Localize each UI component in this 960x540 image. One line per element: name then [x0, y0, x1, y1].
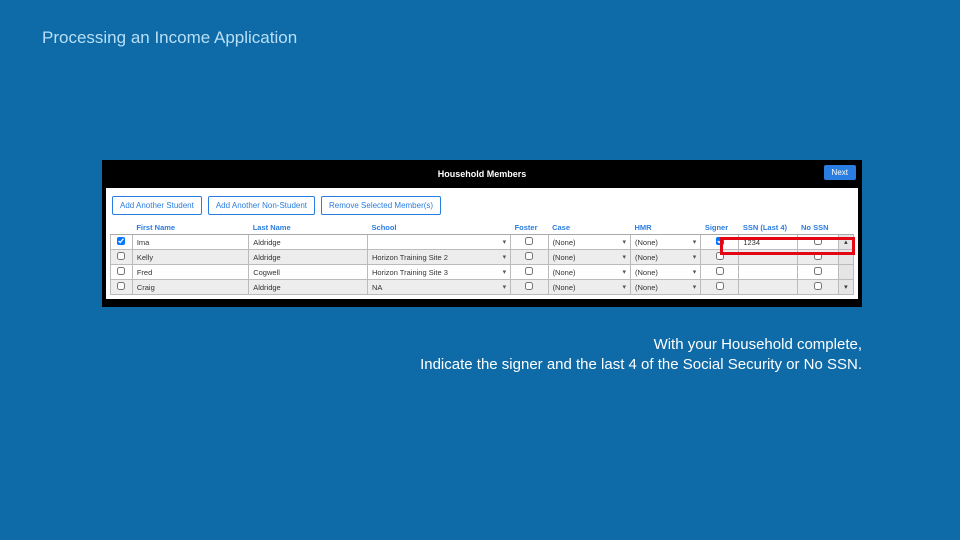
scroll-down-icon[interactable]: ▾: [838, 280, 853, 295]
cell-last-name[interactable]: Aldridge: [249, 235, 368, 250]
no-ssn-checkbox[interactable]: [814, 267, 822, 275]
foster-checkbox[interactable]: [525, 252, 533, 260]
remove-member-button[interactable]: Remove Selected Member(s): [321, 196, 441, 215]
row-select-checkbox[interactable]: [117, 282, 125, 290]
cell-case[interactable]: (None): [548, 265, 630, 280]
cell-last-name[interactable]: Aldridge: [249, 280, 368, 295]
cell-case[interactable]: (None): [548, 280, 630, 295]
panel-body: Add Another Student Add Another Non-Stud…: [106, 188, 858, 299]
row-select-checkbox[interactable]: [117, 237, 125, 245]
signer-checkbox[interactable]: [716, 252, 724, 260]
cell-first-name[interactable]: Ima: [132, 235, 248, 250]
panel-titlebar: Household Members Next: [106, 164, 858, 184]
table-row: Ima Aldridge (None) (None) 1234 ▴: [111, 235, 854, 250]
col-school[interactable]: School: [368, 221, 511, 235]
cell-hmr[interactable]: (None): [631, 235, 701, 250]
cell-case[interactable]: (None): [548, 235, 630, 250]
foster-checkbox[interactable]: [525, 282, 533, 290]
panel-title: Household Members: [438, 169, 527, 179]
cell-school[interactable]: NA: [368, 280, 511, 295]
col-case[interactable]: Case: [548, 221, 630, 235]
col-hmr[interactable]: HMR: [631, 221, 701, 235]
col-ssn[interactable]: SSN (Last 4): [739, 221, 797, 235]
table-row: Craig Aldridge NA (None) (None) ▾: [111, 280, 854, 295]
members-table: First Name Last Name School Foster Case …: [110, 221, 854, 295]
cell-first-name[interactable]: Kelly: [132, 250, 248, 265]
cell-hmr[interactable]: (None): [631, 250, 701, 265]
col-signer[interactable]: Signer: [701, 221, 739, 235]
caption-line-2: Indicate the signer and the last 4 of th…: [420, 355, 862, 375]
table-header-row: First Name Last Name School Foster Case …: [111, 221, 854, 235]
no-ssn-checkbox[interactable]: [814, 282, 822, 290]
cell-ssn[interactable]: [739, 280, 797, 295]
no-ssn-checkbox[interactable]: [814, 237, 822, 245]
scrollbar-track[interactable]: [838, 265, 853, 280]
slide-caption: With your Household complete, Indicate t…: [420, 335, 862, 374]
col-first-name[interactable]: First Name: [132, 221, 248, 235]
cell-school[interactable]: Horizon Training Site 2: [368, 250, 511, 265]
cell-first-name[interactable]: Fred: [132, 265, 248, 280]
row-select-checkbox[interactable]: [117, 252, 125, 260]
cell-school[interactable]: Horizon Training Site 3: [368, 265, 511, 280]
signer-checkbox[interactable]: [716, 237, 724, 245]
household-panel: Household Members Next Add Another Stude…: [102, 160, 862, 307]
table-row: Kelly Aldridge Horizon Training Site 2 (…: [111, 250, 854, 265]
add-non-student-button[interactable]: Add Another Non-Student: [208, 196, 315, 215]
cell-case[interactable]: (None): [548, 250, 630, 265]
col-no-ssn[interactable]: No SSN: [797, 221, 838, 235]
cell-school[interactable]: [368, 235, 511, 250]
slide-title: Processing an Income Application: [42, 28, 297, 48]
col-scroll: [838, 221, 853, 235]
col-last-name[interactable]: Last Name: [249, 221, 368, 235]
table-row: Fred Cogwell Horizon Training Site 3 (No…: [111, 265, 854, 280]
next-button[interactable]: Next: [824, 165, 856, 180]
foster-checkbox[interactable]: [525, 237, 533, 245]
cell-ssn[interactable]: [739, 265, 797, 280]
cell-hmr[interactable]: (None): [631, 265, 701, 280]
col-select: [111, 221, 133, 235]
foster-checkbox[interactable]: [525, 267, 533, 275]
no-ssn-checkbox[interactable]: [814, 252, 822, 260]
cell-last-name[interactable]: Cogwell: [249, 265, 368, 280]
cell-ssn[interactable]: 1234: [739, 235, 797, 250]
row-select-checkbox[interactable]: [117, 267, 125, 275]
cell-ssn[interactable]: [739, 250, 797, 265]
cell-first-name[interactable]: Craig: [132, 280, 248, 295]
scroll-up-icon[interactable]: ▴: [838, 235, 853, 250]
signer-checkbox[interactable]: [716, 267, 724, 275]
add-student-button[interactable]: Add Another Student: [112, 196, 202, 215]
scrollbar-track[interactable]: [838, 250, 853, 265]
col-foster[interactable]: Foster: [511, 221, 548, 235]
signer-checkbox[interactable]: [716, 282, 724, 290]
action-button-row: Add Another Student Add Another Non-Stud…: [110, 192, 854, 221]
cell-hmr[interactable]: (None): [631, 280, 701, 295]
caption-line-1: With your Household complete,: [420, 335, 862, 355]
cell-last-name[interactable]: Aldridge: [249, 250, 368, 265]
